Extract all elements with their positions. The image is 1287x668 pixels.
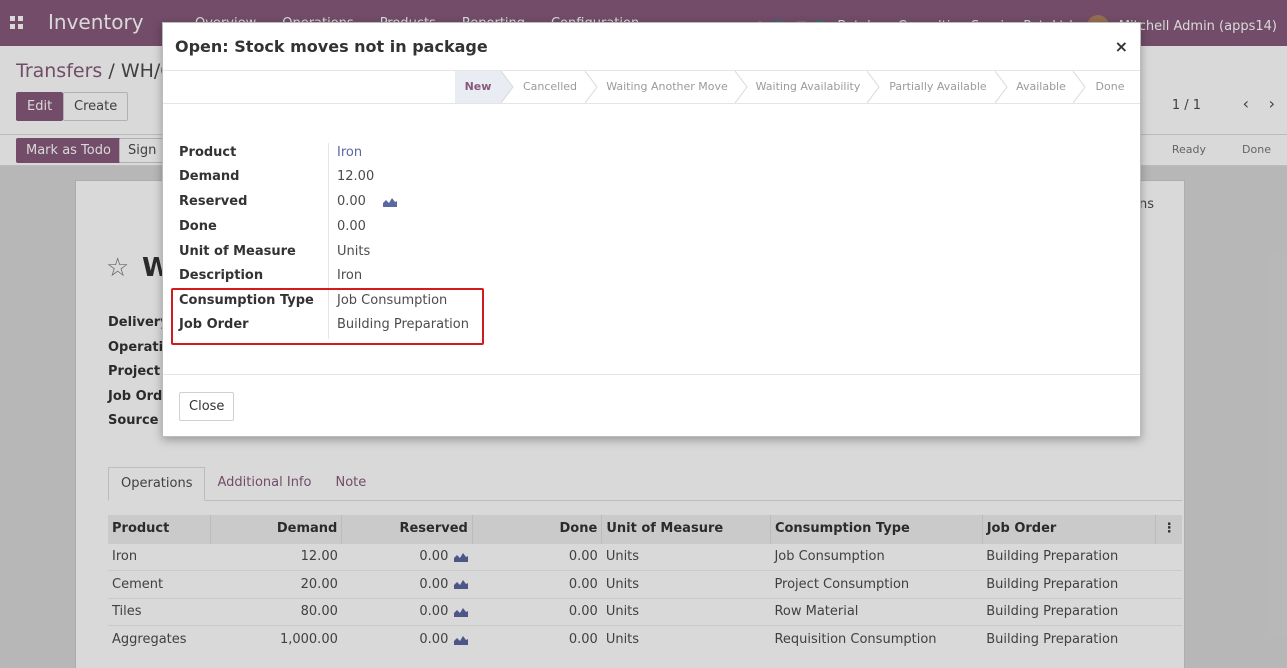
dialog-title: Open: Stock moves not in package xyxy=(175,37,488,56)
label-product: Product xyxy=(179,145,237,160)
stage-separator-icon xyxy=(995,71,1008,103)
label-unit-of-measure: Unit of Measure xyxy=(179,244,296,259)
stage-partially-available[interactable]: Partially Available xyxy=(881,71,995,103)
dialog-header: Open: Stock moves not in package × xyxy=(163,23,1140,71)
done-value: 0.00 xyxy=(337,219,366,234)
description-value: Iron xyxy=(337,268,363,283)
stage-separator-icon xyxy=(1073,71,1086,103)
stage-new[interactable]: New xyxy=(455,71,501,103)
stage-separator-icon xyxy=(735,71,748,103)
stage-separator-icon xyxy=(867,71,880,103)
close-icon[interactable]: × xyxy=(1115,37,1128,56)
forecast-chart-icon[interactable] xyxy=(383,197,397,207)
uom-value: Units xyxy=(337,244,371,259)
highlight-annotation-box xyxy=(171,288,484,345)
reserved-value: 0.00 xyxy=(337,194,366,209)
demand-value: 12.00 xyxy=(337,169,375,184)
label-demand: Demand xyxy=(179,169,240,184)
stage-separator-icon xyxy=(501,71,514,103)
close-button[interactable]: Close xyxy=(179,392,235,421)
stage-waiting-availability[interactable]: Waiting Availability xyxy=(749,71,867,103)
label-reserved: Reserved xyxy=(179,194,248,209)
stage-waiting-another-move[interactable]: Waiting Another Move xyxy=(599,71,735,103)
dialog-footer: Close xyxy=(163,374,1140,438)
stock-move-dialog: Open: Stock moves not in package × New C… xyxy=(162,22,1141,437)
stage-cancelled[interactable]: Cancelled xyxy=(515,71,585,103)
stage-separator-icon xyxy=(585,71,598,103)
product-link[interactable]: Iron xyxy=(337,145,362,160)
stage-done[interactable]: Done xyxy=(1087,71,1133,103)
stage-available[interactable]: Available xyxy=(1009,71,1073,103)
label-done: Done xyxy=(179,219,217,234)
label-description: Description xyxy=(179,268,264,283)
move-statusbar: New Cancelled Waiting Another Move Waiti… xyxy=(163,71,1140,104)
